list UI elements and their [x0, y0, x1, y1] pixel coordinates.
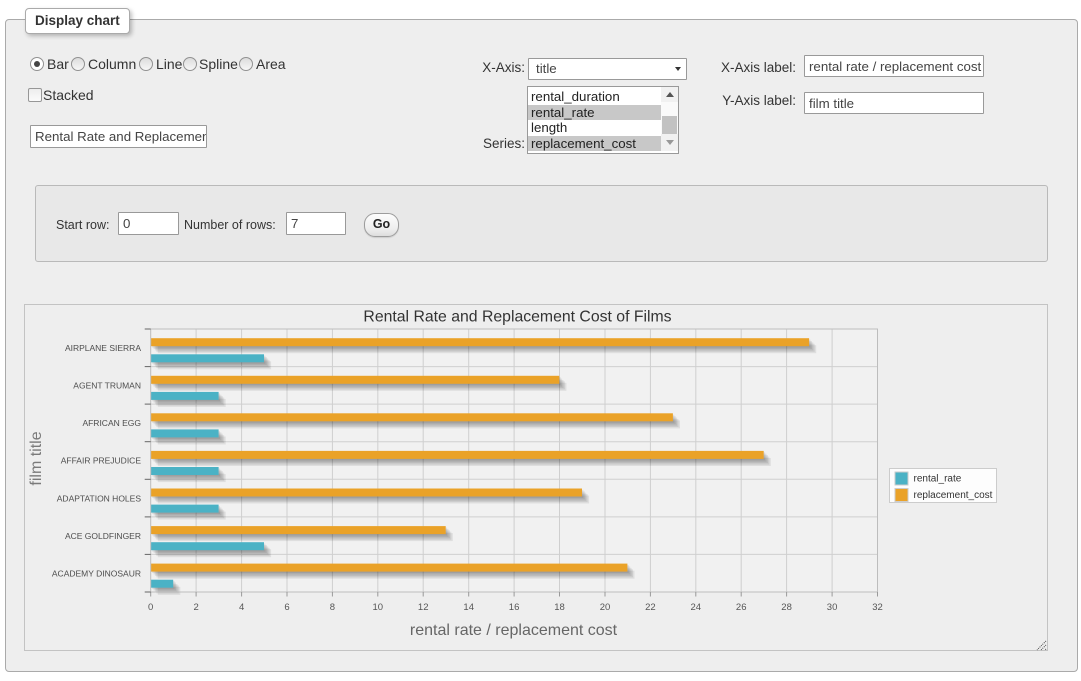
svg-text:26: 26 [736, 602, 747, 613]
svg-text:32: 32 [872, 602, 883, 613]
svg-text:rental_rate: rental_rate [914, 474, 962, 485]
svg-text:Rental Rate and Replacement Co: Rental Rate and Replacement Cost of Film… [363, 309, 671, 326]
svg-text:AFRICAN EGG: AFRICAN EGG [82, 418, 141, 428]
svg-text:10: 10 [373, 602, 384, 613]
svg-text:12: 12 [418, 602, 429, 613]
svg-text:6: 6 [284, 602, 289, 613]
svg-text:24: 24 [691, 602, 702, 613]
svg-text:ACADEMY DINOSAUR: ACADEMY DINOSAUR [52, 568, 141, 578]
svg-text:20: 20 [600, 602, 611, 613]
svg-text:8: 8 [330, 602, 335, 613]
svg-text:16: 16 [509, 602, 520, 613]
svg-text:rental rate / replacement cost: rental rate / replacement cost [410, 622, 618, 639]
svg-text:14: 14 [463, 602, 474, 613]
svg-text:28: 28 [781, 602, 792, 613]
svg-text:ADAPTATION HOLES: ADAPTATION HOLES [57, 493, 142, 503]
svg-text:AIRPLANE SIERRA: AIRPLANE SIERRA [65, 343, 141, 353]
svg-text:22: 22 [645, 602, 656, 613]
svg-text:AGENT TRUMAN: AGENT TRUMAN [73, 381, 141, 391]
svg-text:AFFAIR PREJUDICE: AFFAIR PREJUDICE [61, 456, 142, 466]
svg-text:30: 30 [827, 602, 838, 613]
svg-text:film title: film title [28, 431, 45, 485]
svg-text:0: 0 [148, 602, 153, 613]
svg-text:replacement_cost: replacement_cost [914, 490, 993, 501]
svg-text:4: 4 [239, 602, 244, 613]
svg-text:18: 18 [554, 602, 565, 613]
svg-text:ACE GOLDFINGER: ACE GOLDFINGER [65, 531, 141, 541]
svg-text:2: 2 [193, 602, 198, 613]
